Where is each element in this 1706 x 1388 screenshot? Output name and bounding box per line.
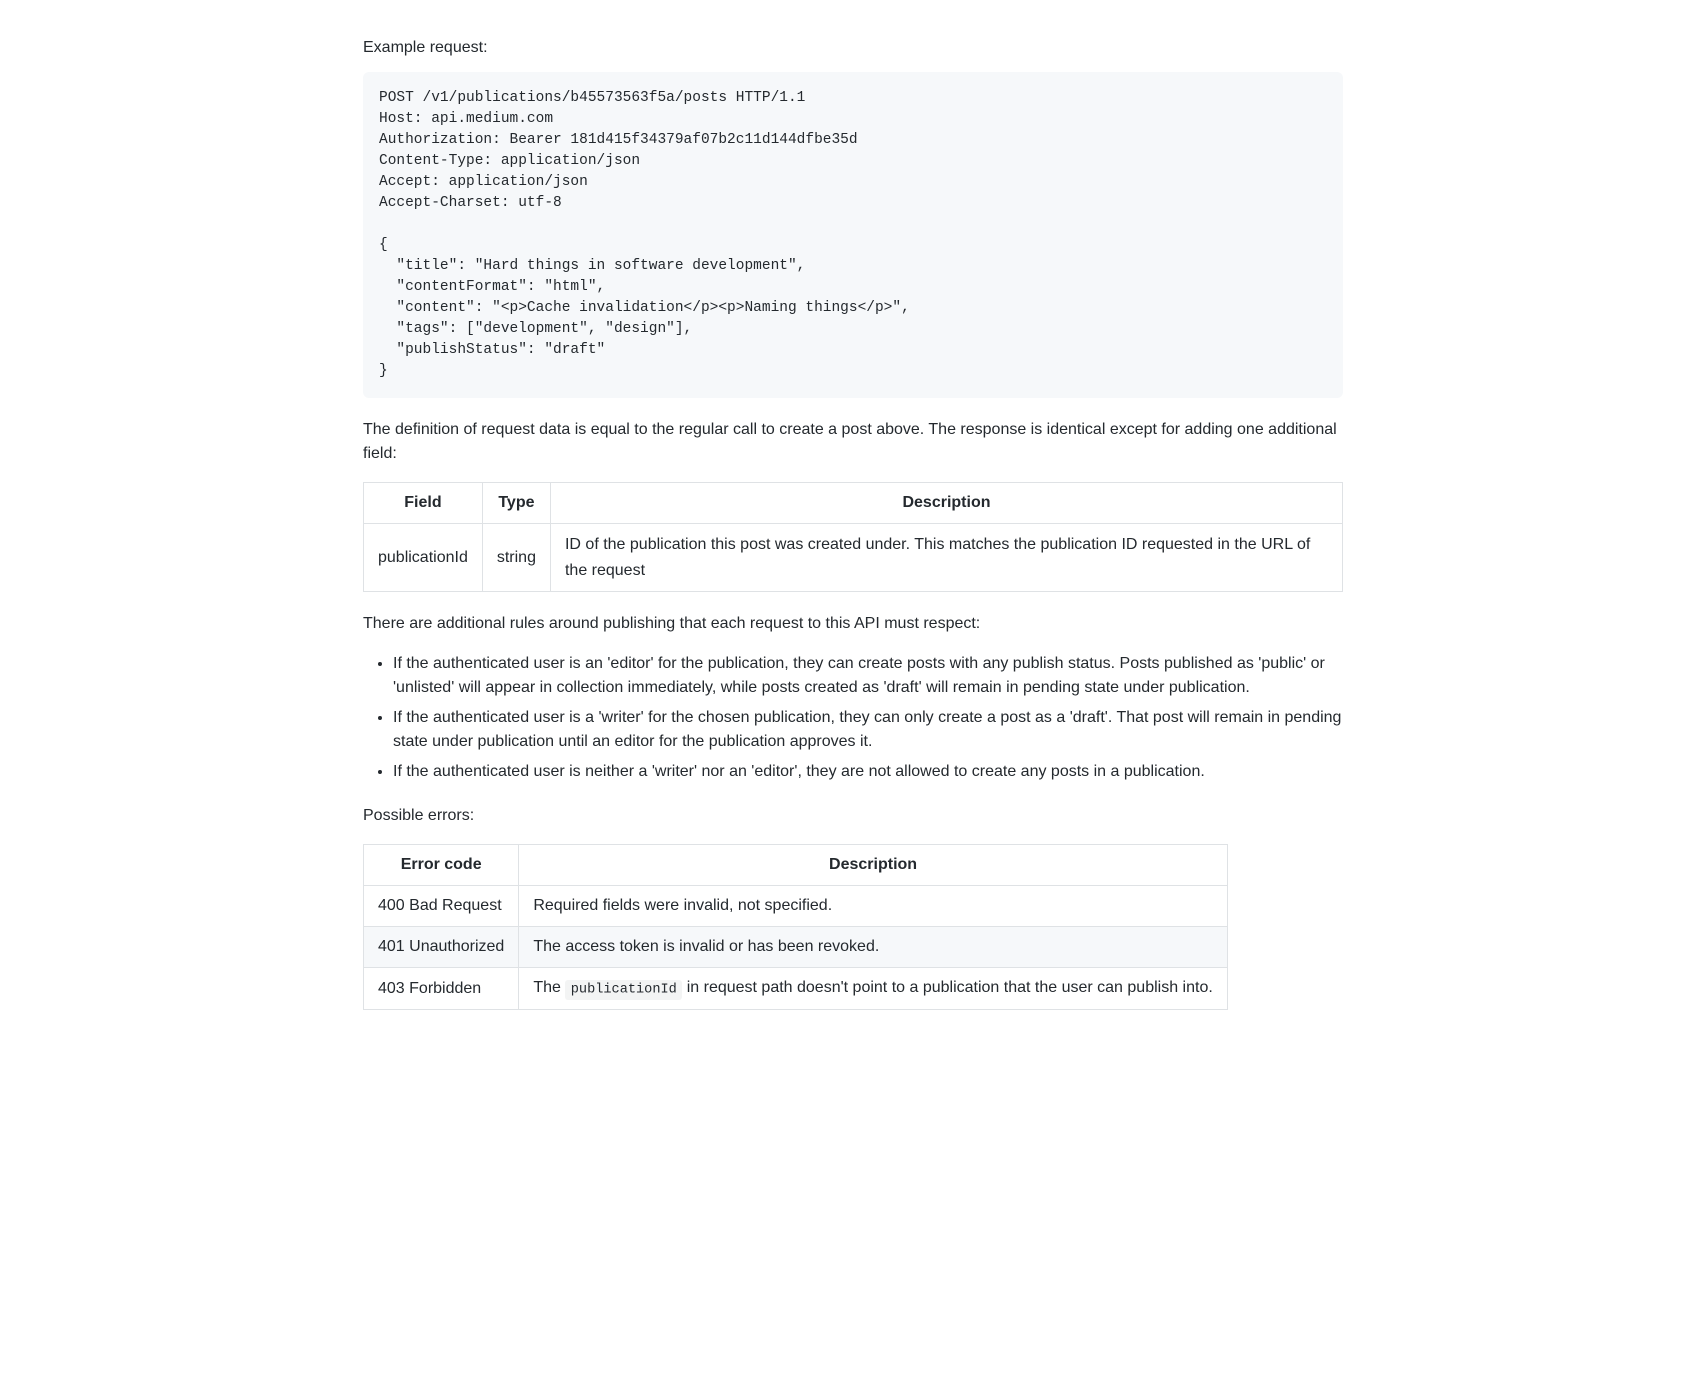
rules-list: If the authenticated user is an 'editor'… [363, 652, 1343, 784]
error-description-cell: The publicationId in request path doesn'… [519, 968, 1227, 1009]
type-cell: string [482, 524, 550, 592]
example-request-label: Example request: [363, 36, 1343, 60]
list-item: If the authenticated user is an 'editor'… [393, 652, 1343, 700]
response-note-text: The definition of request data is equal … [363, 418, 1343, 466]
error-code-cell: 400 Bad Request [364, 886, 519, 927]
error-description-cell: The access token is invalid or has been … [519, 927, 1227, 968]
error-description-cell: Required fields were invalid, not specif… [519, 886, 1227, 927]
inline-code: publicationId [565, 980, 682, 1000]
field-table: Field Type Description publicationId str… [363, 482, 1343, 592]
possible-errors-label: Possible errors: [363, 804, 1343, 828]
table-row: Field Type Description [364, 483, 1343, 524]
error-table: Error code Description 400 Bad Request R… [363, 844, 1343, 1009]
text-fragment: The [533, 979, 565, 996]
list-item: If the authenticated user is a 'writer' … [393, 706, 1343, 754]
field-header: Field [364, 483, 483, 524]
error-code-cell: 403 Forbidden [364, 968, 519, 1009]
description-cell: ID of the publication this post was crea… [550, 524, 1342, 592]
table-row: Error code Description [364, 845, 1228, 886]
type-header: Type [482, 483, 550, 524]
table-row: 401 Unauthorized The access token is inv… [364, 927, 1228, 968]
error-code-header: Error code [364, 845, 519, 886]
description-header: Description [550, 483, 1342, 524]
error-code-cell: 401 Unauthorized [364, 927, 519, 968]
list-item: If the authenticated user is neither a '… [393, 760, 1343, 784]
table-row: publicationId string ID of the publicati… [364, 524, 1343, 592]
text-fragment: in request path doesn't point to a publi… [682, 979, 1213, 996]
rules-intro-text: There are additional rules around publis… [363, 612, 1343, 636]
error-description-header: Description [519, 845, 1227, 886]
example-request-code[interactable]: POST /v1/publications/b45573563f5a/posts… [363, 72, 1343, 398]
table-row: 400 Bad Request Required fields were inv… [364, 886, 1228, 927]
document-container: Example request: POST /v1/publications/b… [303, 0, 1403, 1070]
field-cell: publicationId [364, 524, 483, 592]
table-row: 403 Forbidden The publicationId in reque… [364, 968, 1228, 1009]
